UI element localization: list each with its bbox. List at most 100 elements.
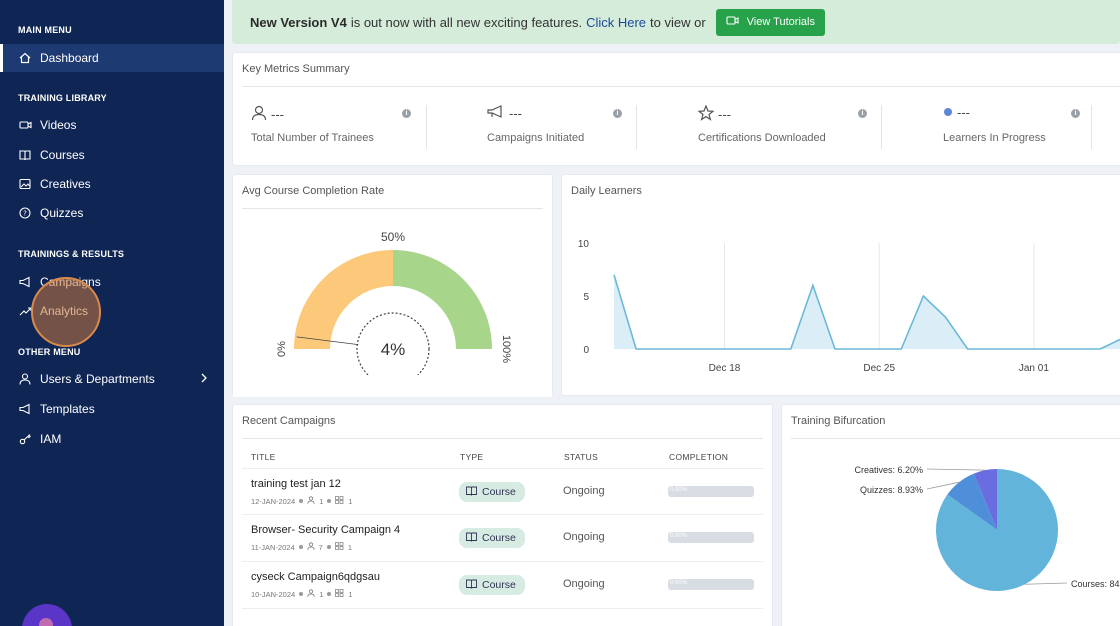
group-icon bbox=[335, 589, 344, 599]
card-title: Avg Course Completion Rate bbox=[242, 185, 385, 197]
user-icon bbox=[18, 372, 32, 386]
sidebar-item-courses[interactable]: Courses bbox=[0, 141, 224, 169]
video-icon bbox=[726, 15, 739, 29]
divider bbox=[426, 105, 427, 149]
home-icon bbox=[18, 51, 32, 65]
status-text: Ongoing bbox=[563, 531, 605, 543]
table-row[interactable]: Browser- Security Campaign 4 11-JAN-2024… bbox=[242, 515, 763, 562]
sidebar-item-label: Campaigns bbox=[40, 275, 101, 289]
campaign-groups: 1 bbox=[348, 589, 353, 599]
info-icon[interactable]: i bbox=[1071, 109, 1080, 118]
sidebar-item-videos[interactable]: Videos bbox=[0, 111, 224, 139]
column-header-type: TYPE bbox=[460, 452, 484, 462]
campaign-users: 1 bbox=[319, 496, 324, 506]
section-main-menu: MAIN MENU bbox=[18, 25, 72, 35]
banner-link[interactable]: Click Here bbox=[586, 15, 646, 30]
column-header-title: TITLE bbox=[251, 452, 276, 462]
campaign-title: training test jan 12 bbox=[251, 478, 341, 490]
sidebar-item-campaigns[interactable]: Campaigns bbox=[0, 268, 224, 296]
gauge-label-min: 0% bbox=[276, 341, 288, 357]
x-tick-label: Dec 18 bbox=[709, 363, 741, 374]
type-badge: Course bbox=[459, 575, 525, 595]
banner-text: is out now with all new exciting feature… bbox=[350, 14, 583, 30]
y-tick-label: 5 bbox=[583, 292, 589, 303]
completion-gauge: 4% 50% 0% 100% bbox=[276, 230, 512, 386]
book-icon bbox=[18, 148, 32, 162]
y-tick-label: 0 bbox=[583, 345, 589, 356]
sidebar-item-analytics[interactable]: Analytics bbox=[0, 297, 224, 325]
y-tick-label: 10 bbox=[578, 239, 590, 250]
pie-leader-line bbox=[1024, 582, 1068, 585]
sidebar-item-quizzes[interactable]: ? Quizzes bbox=[0, 199, 224, 227]
metric-trainees: --- Total Number of Trainees i bbox=[251, 105, 413, 165]
group-icon bbox=[334, 542, 344, 552]
metric-value: --- bbox=[271, 107, 284, 122]
book-icon bbox=[466, 579, 477, 592]
x-tick-label: Dec 25 bbox=[863, 363, 895, 374]
sidebar-item-templates[interactable]: Templates bbox=[0, 395, 224, 423]
avatar[interactable] bbox=[22, 604, 72, 626]
group-icon bbox=[335, 496, 344, 506]
star-icon bbox=[697, 104, 715, 124]
pie-label: Courses: 84 bbox=[1071, 579, 1120, 589]
sidebar-item-creatives[interactable]: Creatives bbox=[0, 170, 224, 198]
book-icon bbox=[466, 486, 477, 499]
campaign-groups: 1 bbox=[347, 542, 352, 552]
progress-label: 0.00% bbox=[670, 533, 688, 539]
svg-text:?: ? bbox=[23, 210, 27, 218]
table-row[interactable]: training test jan 12 12-JAN-2024 1 1 Cou… bbox=[242, 468, 763, 515]
sidebar-item-iam[interactable]: IAM bbox=[0, 425, 224, 453]
daily-learners-chart: Dec 18 Dec 25 Jan 01 0 5 10 bbox=[578, 239, 1120, 374]
megaphone-icon bbox=[18, 275, 32, 289]
section-other-menu: OTHER MENU bbox=[18, 347, 81, 357]
user-icon bbox=[307, 589, 315, 599]
image-icon bbox=[18, 177, 32, 191]
completion-rate-card: Avg Course Completion Rate 4% 50% 0% 100… bbox=[232, 174, 553, 397]
campaign-date: 10-JAN-2024 bbox=[251, 589, 296, 599]
sidebar-item-label: Dashboard bbox=[40, 51, 99, 65]
divider bbox=[636, 105, 637, 149]
sidebar-item-label: Templates bbox=[40, 402, 95, 416]
video-icon bbox=[18, 118, 32, 132]
sidebar: MAIN MENU Dashboard TRAINING LIBRARY Vid… bbox=[0, 0, 224, 626]
progress-label: 0.00% bbox=[670, 487, 688, 493]
type-badge: Course bbox=[459, 482, 525, 502]
megaphone-icon bbox=[18, 402, 32, 416]
megaphone-icon bbox=[487, 105, 505, 122]
info-icon[interactable]: i bbox=[402, 109, 411, 118]
completion-progress-bar: 0.00% bbox=[668, 579, 754, 590]
status-text: Ongoing bbox=[563, 578, 605, 590]
pie-label: Quizzes: 8.93% bbox=[860, 485, 923, 495]
metric-label: Campaigns Initiated bbox=[487, 132, 585, 144]
gauge-label-mid: 50% bbox=[381, 230, 405, 244]
view-tutorials-label: View Tutorials bbox=[746, 16, 815, 28]
section-trainings-results: TRAININGS & RESULTS bbox=[18, 249, 125, 259]
divider bbox=[881, 105, 882, 149]
completion-progress-bar: 0.00% bbox=[668, 532, 754, 543]
x-tick-label: Jan 01 bbox=[1019, 363, 1049, 374]
info-icon[interactable]: i bbox=[613, 109, 622, 118]
table-row[interactable]: cyseck Campaign6qdgsau 10-JAN-2024 1 1 C… bbox=[242, 562, 763, 609]
divider bbox=[242, 86, 1120, 87]
campaign-meta: 12-JAN-2024 1 1 bbox=[251, 496, 353, 506]
card-title: Training Bifurcation bbox=[791, 415, 886, 427]
view-tutorials-button[interactable]: View Tutorials bbox=[715, 8, 825, 36]
metric-value: --- bbox=[718, 107, 731, 122]
chevron-right-icon bbox=[200, 372, 208, 387]
campaign-date: 11-JAN-2024 bbox=[251, 542, 295, 552]
type-badge: Course bbox=[459, 528, 525, 548]
sidebar-item-users-departments[interactable]: Users & Departments bbox=[0, 365, 224, 393]
sidebar-item-label: Users & Departments bbox=[40, 372, 155, 386]
metric-value: --- bbox=[957, 105, 970, 120]
user-icon bbox=[307, 542, 315, 552]
info-icon[interactable]: i bbox=[858, 109, 867, 118]
sidebar-item-dashboard[interactable]: Dashboard bbox=[0, 44, 224, 72]
banner-suffix: to view or bbox=[650, 14, 706, 30]
user-icon bbox=[251, 105, 267, 124]
sidebar-item-label: IAM bbox=[40, 432, 62, 446]
completion-progress-bar: 0.00% bbox=[668, 486, 754, 497]
campaign-users: 7 bbox=[318, 542, 323, 552]
column-header-completion: COMPLETION bbox=[669, 452, 729, 462]
sidebar-item-label: Quizzes bbox=[40, 206, 84, 220]
campaign-title: Browser- Security Campaign 4 bbox=[251, 524, 401, 536]
